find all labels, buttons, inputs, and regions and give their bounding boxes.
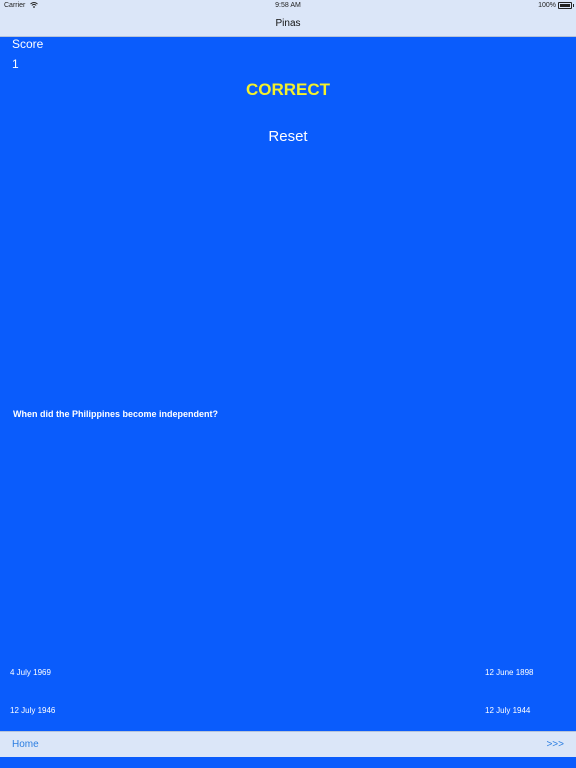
- battery-status: 100%: [538, 2, 574, 9]
- battery-icon: [558, 2, 574, 9]
- status-bar: Carrier 9:58 AM 100%: [0, 0, 576, 12]
- status-time: 9:58 AM: [275, 2, 301, 9]
- reset-button[interactable]: Reset: [238, 128, 338, 145]
- score-value: 1: [12, 57, 19, 71]
- answer-option-2[interactable]: 12 June 1898: [485, 668, 534, 677]
- answer-option-3[interactable]: 12 July 1946: [10, 706, 55, 715]
- nav-title: Pinas: [275, 18, 301, 29]
- answer-option-1[interactable]: 4 July 1969: [10, 668, 51, 677]
- bottom-toolbar: Home >>>: [0, 731, 576, 757]
- battery-percent: 100%: [538, 2, 556, 9]
- bottom-strip: [0, 757, 576, 768]
- next-button[interactable]: >>>: [546, 739, 564, 750]
- result-message: CORRECT: [245, 80, 331, 99]
- question-text: When did the Philippines become independ…: [13, 409, 219, 419]
- score-label: Score: [12, 37, 44, 51]
- navigation-bar: Pinas: [0, 12, 576, 37]
- answer-option-4[interactable]: 12 July 1944: [485, 706, 530, 715]
- home-button[interactable]: Home: [12, 739, 39, 750]
